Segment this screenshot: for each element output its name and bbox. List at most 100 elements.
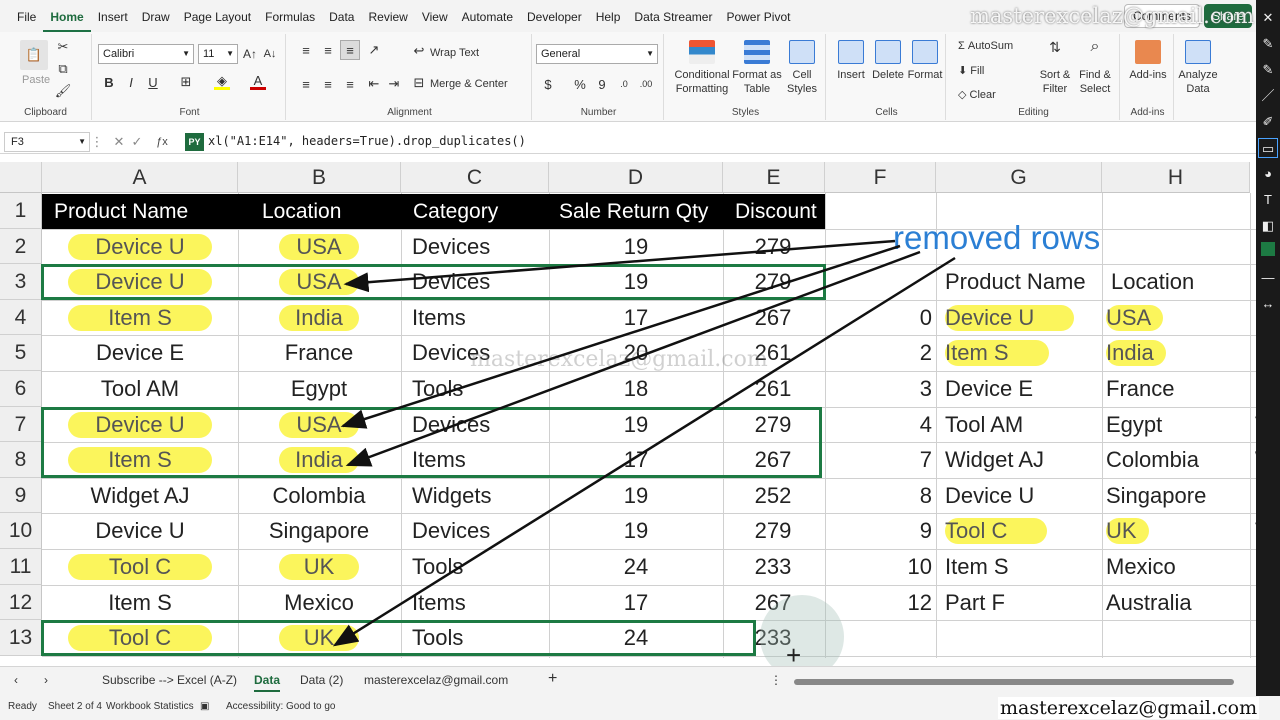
cell-b2[interactable]: USA	[279, 233, 359, 260]
fill-button[interactable]: ⬇ Fill	[958, 64, 984, 77]
column-header-g[interactable]: G	[936, 162, 1102, 193]
result-location-3[interactable]: France	[1106, 371, 1174, 407]
cell-d2[interactable]: 19	[576, 229, 696, 265]
cell-d4[interactable]: 17	[576, 300, 696, 336]
eraser-tool-icon[interactable]: ◧	[1258, 216, 1278, 236]
row-header-8[interactable]: 8	[0, 442, 42, 478]
pen-icon[interactable]: ✎	[1258, 34, 1278, 54]
sort-filter-button[interactable]: ⇅ Sort & Filter	[1036, 40, 1074, 96]
copy-icon[interactable]: ⧉	[56, 61, 70, 76]
grow-font-icon[interactable]: A↑	[242, 46, 258, 62]
result-location-7[interactable]: UK	[1106, 518, 1149, 545]
paste-label[interactable]: Paste	[22, 74, 50, 86]
cell-a6[interactable]: Tool AM	[80, 371, 200, 407]
name-box-dropdown-icon[interactable]: ▼	[78, 133, 86, 151]
close-pen-icon[interactable]: ✕	[1258, 8, 1278, 28]
addins-button[interactable]: Add-ins	[1126, 40, 1170, 82]
result-product-6[interactable]: Device U	[945, 478, 1034, 514]
format-cells-button[interactable]: Format	[906, 40, 944, 82]
sheet-tab-data-2[interactable]: Data (2)	[300, 673, 343, 687]
enter-icon[interactable]: ✓	[130, 134, 144, 150]
result-index-9[interactable]: 9	[880, 513, 932, 549]
cell-e9[interactable]: 252	[713, 478, 833, 514]
bold-icon[interactable]: B	[102, 74, 116, 90]
wrap-text-button[interactable]: Wrap Text	[430, 47, 479, 59]
tab-view[interactable]: View	[415, 0, 455, 32]
result-location-4[interactable]: Egypt	[1106, 407, 1162, 443]
result-product-8[interactable]: Item S	[945, 549, 1009, 585]
paste-icon[interactable]: 📋	[20, 40, 48, 70]
result-index-4[interactable]: 4	[880, 407, 932, 443]
result-product-2[interactable]: Item S	[945, 340, 1049, 367]
conditional-formatting-button[interactable]: Conditional Formatting	[672, 40, 732, 96]
cell-c10[interactable]: Devices	[412, 513, 490, 549]
result-header-product[interactable]: Product Name	[945, 264, 1086, 300]
underline-icon[interactable]: U	[146, 74, 160, 90]
cell-styles-button[interactable]: Cell Styles	[782, 40, 822, 96]
tab-data[interactable]: Data	[322, 0, 361, 32]
result-product-3[interactable]: Device E	[945, 371, 1033, 407]
name-box[interactable]: F3 ▼	[4, 132, 90, 152]
cell-c9[interactable]: Widgets	[412, 478, 491, 514]
column-header-a[interactable]: A	[42, 162, 238, 193]
result-index-7[interactable]: 7	[880, 442, 932, 478]
font-family-select[interactable]: Calibri ▼	[98, 44, 194, 64]
result-location-2[interactable]: India	[1106, 340, 1166, 367]
sheet-tab-email[interactable]: masterexcelaz@gmail.com	[364, 673, 508, 687]
delete-cells-button[interactable]: Delete	[870, 40, 906, 82]
result-location-9[interactable]: Australia	[1106, 585, 1192, 621]
tab-file[interactable]: File	[10, 0, 43, 32]
result-index-12[interactable]: 12	[880, 585, 932, 621]
result-product-9[interactable]: Part F	[945, 585, 1005, 621]
highlighter-icon[interactable]: ✐	[1258, 112, 1278, 132]
tab-developer[interactable]: Developer	[520, 0, 589, 32]
cell-e10[interactable]: 279	[713, 513, 833, 549]
result-product-4[interactable]: Tool AM	[945, 407, 1023, 443]
result-product-7[interactable]: Tool C	[945, 518, 1048, 545]
cell-a12[interactable]: Item S	[80, 585, 200, 621]
cell-c4[interactable]: Items	[412, 300, 466, 336]
accessibility-status[interactable]: Accessibility: Good to go	[226, 701, 336, 712]
python-badge[interactable]: PY	[185, 133, 204, 151]
font-color-icon[interactable]: A	[250, 73, 266, 90]
result-index-8[interactable]: 8	[880, 478, 932, 514]
align-top-icon[interactable]: ≡	[298, 42, 314, 58]
result-location-1[interactable]: USA	[1106, 304, 1164, 331]
cell-c6[interactable]: Tools	[412, 371, 463, 407]
tab-home[interactable]: Home	[43, 0, 91, 32]
borders-icon[interactable]: ⊞	[178, 74, 194, 90]
row-header-3[interactable]: 3	[0, 264, 42, 300]
tab-data-streamer[interactable]: Data Streamer	[627, 0, 719, 32]
font-size-select[interactable]: 11 ▼	[198, 44, 238, 64]
italic-icon[interactable]: I	[124, 74, 138, 90]
prev-sheet-icon[interactable]: ‹	[14, 673, 18, 687]
insert-cells-button[interactable]: Insert	[832, 40, 870, 82]
row-header-4[interactable]: 4	[0, 299, 42, 336]
cell-b9[interactable]: Colombia	[259, 478, 379, 514]
macro-icon[interactable]: ▣	[200, 701, 209, 712]
format-painter-icon[interactable]: 🖌	[55, 83, 72, 98]
cell-d10[interactable]: 19	[576, 513, 696, 549]
align-center-icon[interactable]: ≡	[320, 76, 336, 92]
stroke-width-icon[interactable]: —	[1258, 268, 1278, 288]
fill-color-icon[interactable]: ◈	[214, 73, 230, 90]
cell-b11[interactable]: UK	[279, 554, 359, 580]
column-header-b[interactable]: B	[238, 162, 401, 193]
tab-help[interactable]: Help	[589, 0, 628, 32]
increase-decimal-icon[interactable]: .0	[616, 76, 632, 92]
cell-b6[interactable]: Egypt	[259, 371, 379, 407]
cell-b4[interactable]: India	[279, 304, 359, 331]
column-header-h[interactable]: H	[1102, 162, 1250, 193]
align-right-icon[interactable]: ≡	[342, 76, 358, 92]
table-header-2[interactable]: Category	[401, 194, 549, 229]
decrease-indent-icon[interactable]: ⇤	[366, 76, 382, 92]
decrease-decimal-icon[interactable]: .00	[638, 76, 654, 92]
table-header-4[interactable]: Discount	[723, 194, 825, 229]
color-swatch-icon[interactable]	[1258, 242, 1278, 262]
workbook-statistics[interactable]: Workbook Statistics	[106, 701, 194, 712]
result-product-5[interactable]: Widget AJ	[945, 442, 1044, 478]
cell-d11[interactable]: 24	[576, 549, 696, 585]
result-product-1[interactable]: Device U	[945, 304, 1075, 331]
result-index-3[interactable]: 3	[880, 371, 932, 407]
percent-icon[interactable]: %	[572, 76, 588, 92]
